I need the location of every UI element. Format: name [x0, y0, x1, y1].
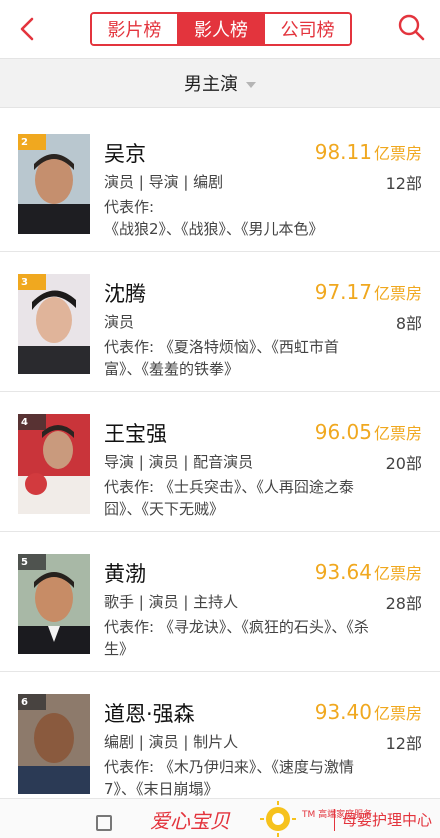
ranking-list: 2 吴京 演员 | 导演 | 编剧 代表作: 《战狼2》、《战狼》、《男儿本色》… [0, 112, 440, 798]
film-count: 12部 [385, 734, 422, 753]
avatar: 4 [18, 414, 90, 514]
person-name: 王宝强 [104, 422, 167, 446]
sun-logo-icon [256, 799, 300, 838]
rank-badge: 3 [18, 274, 46, 290]
person-name: 吴京 [104, 142, 146, 166]
list-item[interactable]: 2 吴京 演员 | 导演 | 编剧 代表作: 《战狼2》、《战狼》、《男儿本色》… [0, 112, 440, 252]
representative-works: 代表作: 《夏洛特烦恼》、《西虹市首富》、《羞羞的铁拳》 [104, 336, 374, 380]
score-value: 97.17 [314, 280, 372, 304]
avatar: 2 [18, 134, 90, 234]
bottom-bar: 爱心宝贝 TM 高端家庭服务 母婴护理中心 [0, 798, 440, 838]
search-icon[interactable] [396, 12, 426, 44]
back-icon[interactable] [14, 14, 42, 44]
list-item[interactable]: 6 道恩·强森 编剧 | 演员 | 制片人 代表作: 《木乃伊归来》、《速度与激… [0, 672, 440, 798]
tab-people[interactable]: 影人榜 [178, 14, 266, 44]
tab-companies[interactable]: 公司榜 [265, 14, 350, 44]
chevron-down-icon [246, 81, 256, 88]
recent-apps-icon[interactable] [96, 815, 112, 831]
box-office-score: 96.05 亿票房 [315, 420, 422, 444]
rank-badge: 4 [18, 414, 46, 430]
representative-works: 代表作: 《战狼2》、《战狼》、《男儿本色》 [104, 196, 374, 240]
person-roles: 演员 | 导演 | 编剧 [104, 173, 224, 191]
representative-works: 代表作: 《寻龙诀》、《疯狂的石头》、《杀生》 [104, 616, 374, 660]
score-unit: 亿票房 [373, 564, 422, 583]
avatar: 3 [18, 274, 90, 374]
person-roles: 导演 | 演员 | 配音演员 [104, 453, 254, 471]
top-bar: 影片榜 影人榜 公司榜 [0, 0, 440, 58]
works-prefix: 代表作: [104, 618, 159, 636]
score-unit: 亿票房 [373, 704, 422, 723]
person-roles: 演员 [104, 313, 135, 331]
box-office-score: 93.40 亿票房 [315, 700, 422, 724]
divider [334, 809, 335, 831]
rank-badge: 5 [18, 554, 46, 570]
film-count: 20部 [385, 454, 422, 473]
works-list: 《战狼2》、《战狼》、《男儿本色》 [104, 220, 324, 238]
score-value: 93.64 [314, 560, 372, 584]
box-office-score: 97.17 亿票房 [315, 280, 422, 304]
list-item[interactable]: 3 沈腾 演员 代表作: 《夏洛特烦恼》、《西虹市首富》、《羞羞的铁拳》 97.… [0, 252, 440, 392]
avatar: 6 [18, 694, 90, 794]
ranking-tabs: 影片榜 影人榜 公司榜 [90, 12, 352, 46]
representative-works: 代表作: 《士兵突击》、《人再囧途之泰囧》、《天下无贼》 [104, 476, 374, 520]
film-count: 8部 [395, 314, 422, 333]
person-name: 道恩·强森 [104, 702, 195, 726]
rank-badge: 2 [18, 134, 46, 150]
works-prefix: 代表作: [104, 478, 159, 496]
score-value: 93.40 [314, 700, 372, 724]
list-item[interactable]: 4 王宝强 导演 | 演员 | 配音演员 代表作: 《士兵突击》、《人再囧途之泰… [0, 392, 440, 532]
filter-label: 男主演 [184, 74, 238, 95]
category-filter[interactable]: 男主演 [0, 58, 440, 108]
representative-works: 代表作: 《木乃伊归来》、《速度与激情7》、《末日崩塌》 [104, 756, 374, 798]
tab-films[interactable]: 影片榜 [92, 14, 179, 44]
works-prefix: 代表作: [104, 758, 159, 776]
person-roles: 编剧 | 演员 | 制片人 [104, 733, 239, 751]
watermark-brand: 爱心宝贝 [150, 809, 230, 833]
score-unit: 亿票房 [373, 424, 422, 443]
watermark-service: 母婴护理中心 [342, 811, 433, 829]
score-value: 98.11 [314, 140, 372, 164]
works-prefix: 代表作: [104, 338, 159, 356]
avatar: 5 [18, 554, 90, 654]
box-office-score: 93.64 亿票房 [315, 560, 422, 584]
score-value: 96.05 [314, 420, 372, 444]
film-count: 28部 [385, 594, 422, 613]
person-roles: 歌手 | 演员 | 主持人 [104, 593, 239, 611]
rank-badge: 6 [18, 694, 46, 710]
person-name: 黄渤 [104, 562, 146, 586]
film-count: 12部 [385, 174, 422, 193]
box-office-score: 98.11 亿票房 [315, 140, 422, 164]
works-prefix: 代表作: [104, 198, 155, 216]
list-item[interactable]: 5 黄渤 歌手 | 演员 | 主持人 代表作: 《寻龙诀》、《疯狂的石头》、《杀… [0, 532, 440, 672]
person-name: 沈腾 [104, 282, 146, 306]
score-unit: 亿票房 [373, 284, 422, 303]
score-unit: 亿票房 [373, 144, 422, 163]
